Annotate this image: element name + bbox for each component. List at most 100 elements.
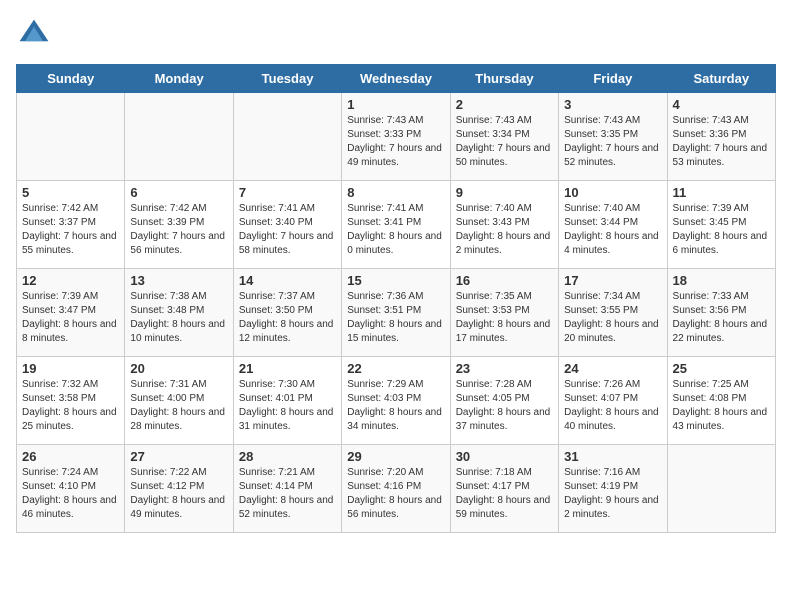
calendar-cell: 19 Sunrise: 7:32 AM Sunset: 3:58 PM Dayli… xyxy=(17,357,125,445)
calendar-week-row: 1 Sunrise: 7:43 AM Sunset: 3:33 PM Daylig… xyxy=(17,93,776,181)
day-number: 22 xyxy=(347,361,444,376)
day-info: Sunrise: 7:22 AM Sunset: 4:12 PM Dayligh… xyxy=(130,466,227,522)
calendar-cell: 4 Sunrise: 7:43 AM Sunset: 3:36 PM Daylig… xyxy=(667,93,775,181)
calendar-cell: 12 Sunrise: 7:39 AM Sunset: 3:47 PM Dayli… xyxy=(17,269,125,357)
weekday-header: Tuesday xyxy=(233,65,341,93)
day-info: Sunrise: 7:43 AM Sunset: 3:36 PM Dayligh… xyxy=(673,114,770,170)
day-number: 13 xyxy=(130,273,227,288)
calendar-cell: 17Sunrise: 7:34 AM Sunset: 3:55 PM Dayli… xyxy=(559,269,667,357)
calendar-cell: 16Sunrise: 7:35 AM Sunset: 3:53 PM Dayli… xyxy=(450,269,558,357)
calendar-cell: 27 Sunrise: 7:22 AM Sunset: 4:12 PM Dayli… xyxy=(125,445,233,533)
calendar-cell xyxy=(17,93,125,181)
weekday-header: Thursday xyxy=(450,65,558,93)
calendar-cell: 7 Sunrise: 7:41 AM Sunset: 3:40 PM Daylig… xyxy=(233,181,341,269)
day-number: 25 xyxy=(673,361,770,376)
day-info: Sunrise: 7:20 AM Sunset: 4:16 PM Dayligh… xyxy=(347,466,444,522)
calendar-table: SundayMondayTuesdayWednesdayThursdayFrid… xyxy=(16,64,776,533)
logo xyxy=(16,16,56,52)
day-number: 5 xyxy=(22,185,119,200)
calendar-cell: 18 Sunrise: 7:33 AM Sunset: 3:56 PM Dayli… xyxy=(667,269,775,357)
day-number: 21 xyxy=(239,361,336,376)
weekday-header: Monday xyxy=(125,65,233,93)
day-info: Sunrise: 7:21 AM Sunset: 4:14 PM Dayligh… xyxy=(239,466,336,522)
day-number: 8 xyxy=(347,185,444,200)
calendar-week-row: 12 Sunrise: 7:39 AM Sunset: 3:47 PM Dayli… xyxy=(17,269,776,357)
calendar-week-row: 5 Sunrise: 7:42 AM Sunset: 3:37 PM Daylig… xyxy=(17,181,776,269)
day-number: 26 xyxy=(22,449,119,464)
calendar-cell: 25 Sunrise: 7:25 AM Sunset: 4:08 PM Dayli… xyxy=(667,357,775,445)
calendar-cell: 1 Sunrise: 7:43 AM Sunset: 3:33 PM Daylig… xyxy=(342,93,450,181)
day-info: Sunrise: 7:16 AM Sunset: 4:19 PM Dayligh… xyxy=(564,466,661,522)
day-number: 6 xyxy=(130,185,227,200)
day-number: 12 xyxy=(22,273,119,288)
calendar-cell xyxy=(233,93,341,181)
calendar-cell: 13Sunrise: 7:38 AM Sunset: 3:48 PM Dayli… xyxy=(125,269,233,357)
day-number: 4 xyxy=(673,97,770,112)
day-number: 31 xyxy=(564,449,661,464)
day-number: 18 xyxy=(673,273,770,288)
calendar-week-row: 19 Sunrise: 7:32 AM Sunset: 3:58 PM Dayli… xyxy=(17,357,776,445)
calendar-cell: 2 Sunrise: 7:43 AM Sunset: 3:34 PM Daylig… xyxy=(450,93,558,181)
day-info: Sunrise: 7:18 AM Sunset: 4:17 PM Dayligh… xyxy=(456,466,553,522)
calendar-cell: 3Sunrise: 7:43 AM Sunset: 3:35 PM Daylig… xyxy=(559,93,667,181)
day-info: Sunrise: 7:39 AM Sunset: 3:47 PM Dayligh… xyxy=(22,290,119,346)
calendar-week-row: 26 Sunrise: 7:24 AM Sunset: 4:10 PM Dayli… xyxy=(17,445,776,533)
day-info: Sunrise: 7:42 AM Sunset: 3:37 PM Dayligh… xyxy=(22,202,119,258)
calendar-cell xyxy=(667,445,775,533)
day-info: Sunrise: 7:26 AM Sunset: 4:07 PM Dayligh… xyxy=(564,378,661,434)
calendar-cell: 21Sunrise: 7:30 AM Sunset: 4:01 PM Dayli… xyxy=(233,357,341,445)
calendar-cell: 15Sunrise: 7:36 AM Sunset: 3:51 PM Dayli… xyxy=(342,269,450,357)
day-number: 20 xyxy=(130,361,227,376)
weekday-header: Friday xyxy=(559,65,667,93)
day-number: 3 xyxy=(564,97,661,112)
calendar-cell: 26 Sunrise: 7:24 AM Sunset: 4:10 PM Dayli… xyxy=(17,445,125,533)
calendar-cell: 10 Sunrise: 7:40 AM Sunset: 3:44 PM Dayli… xyxy=(559,181,667,269)
weekday-header: Saturday xyxy=(667,65,775,93)
day-info: Sunrise: 7:43 AM Sunset: 3:34 PM Dayligh… xyxy=(456,114,553,170)
day-info: Sunrise: 7:25 AM Sunset: 4:08 PM Dayligh… xyxy=(673,378,770,434)
day-info: Sunrise: 7:31 AM Sunset: 4:00 PM Dayligh… xyxy=(130,378,227,434)
calendar-cell: 23Sunrise: 7:28 AM Sunset: 4:05 PM Dayli… xyxy=(450,357,558,445)
day-info: Sunrise: 7:35 AM Sunset: 3:53 PM Dayligh… xyxy=(456,290,553,346)
day-number: 24 xyxy=(564,361,661,376)
logo-icon xyxy=(16,16,52,52)
calendar-cell: 24 Sunrise: 7:26 AM Sunset: 4:07 PM Dayli… xyxy=(559,357,667,445)
calendar-header-row: SundayMondayTuesdayWednesdayThursdayFrid… xyxy=(17,65,776,93)
calendar-cell: 22 Sunrise: 7:29 AM Sunset: 4:03 PM Dayli… xyxy=(342,357,450,445)
day-info: Sunrise: 7:29 AM Sunset: 4:03 PM Dayligh… xyxy=(347,378,444,434)
day-info: Sunrise: 7:43 AM Sunset: 3:33 PM Dayligh… xyxy=(347,114,444,170)
day-number: 7 xyxy=(239,185,336,200)
day-number: 2 xyxy=(456,97,553,112)
day-info: Sunrise: 7:24 AM Sunset: 4:10 PM Dayligh… xyxy=(22,466,119,522)
page-header xyxy=(16,16,776,52)
calendar-cell: 8Sunrise: 7:41 AM Sunset: 3:41 PM Daylig… xyxy=(342,181,450,269)
day-number: 11 xyxy=(673,185,770,200)
day-info: Sunrise: 7:39 AM Sunset: 3:45 PM Dayligh… xyxy=(673,202,770,258)
calendar-cell: 29 Sunrise: 7:20 AM Sunset: 4:16 PM Dayli… xyxy=(342,445,450,533)
day-info: Sunrise: 7:41 AM Sunset: 3:40 PM Dayligh… xyxy=(239,202,336,258)
calendar-cell: 30 Sunrise: 7:18 AM Sunset: 4:17 PM Dayli… xyxy=(450,445,558,533)
day-info: Sunrise: 7:34 AM Sunset: 3:55 PM Dayligh… xyxy=(564,290,661,346)
calendar-cell: 5 Sunrise: 7:42 AM Sunset: 3:37 PM Daylig… xyxy=(17,181,125,269)
day-info: Sunrise: 7:42 AM Sunset: 3:39 PM Dayligh… xyxy=(130,202,227,258)
day-number: 30 xyxy=(456,449,553,464)
day-info: Sunrise: 7:40 AM Sunset: 3:44 PM Dayligh… xyxy=(564,202,661,258)
calendar-cell: 20 Sunrise: 7:31 AM Sunset: 4:00 PM Dayli… xyxy=(125,357,233,445)
day-info: Sunrise: 7:37 AM Sunset: 3:50 PM Dayligh… xyxy=(239,290,336,346)
day-number: 27 xyxy=(130,449,227,464)
day-number: 1 xyxy=(347,97,444,112)
day-number: 19 xyxy=(22,361,119,376)
day-info: Sunrise: 7:40 AM Sunset: 3:43 PM Dayligh… xyxy=(456,202,553,258)
calendar-cell: 11 Sunrise: 7:39 AM Sunset: 3:45 PM Dayli… xyxy=(667,181,775,269)
day-info: Sunrise: 7:33 AM Sunset: 3:56 PM Dayligh… xyxy=(673,290,770,346)
day-info: Sunrise: 7:28 AM Sunset: 4:05 PM Dayligh… xyxy=(456,378,553,434)
calendar-cell: 9 Sunrise: 7:40 AM Sunset: 3:43 PM Daylig… xyxy=(450,181,558,269)
calendar-cell: 28Sunrise: 7:21 AM Sunset: 4:14 PM Dayli… xyxy=(233,445,341,533)
day-number: 9 xyxy=(456,185,553,200)
day-info: Sunrise: 7:32 AM Sunset: 3:58 PM Dayligh… xyxy=(22,378,119,434)
day-info: Sunrise: 7:36 AM Sunset: 3:51 PM Dayligh… xyxy=(347,290,444,346)
calendar-cell: 14Sunrise: 7:37 AM Sunset: 3:50 PM Dayli… xyxy=(233,269,341,357)
calendar-cell: 6 Sunrise: 7:42 AM Sunset: 3:39 PM Daylig… xyxy=(125,181,233,269)
day-number: 10 xyxy=(564,185,661,200)
day-number: 29 xyxy=(347,449,444,464)
